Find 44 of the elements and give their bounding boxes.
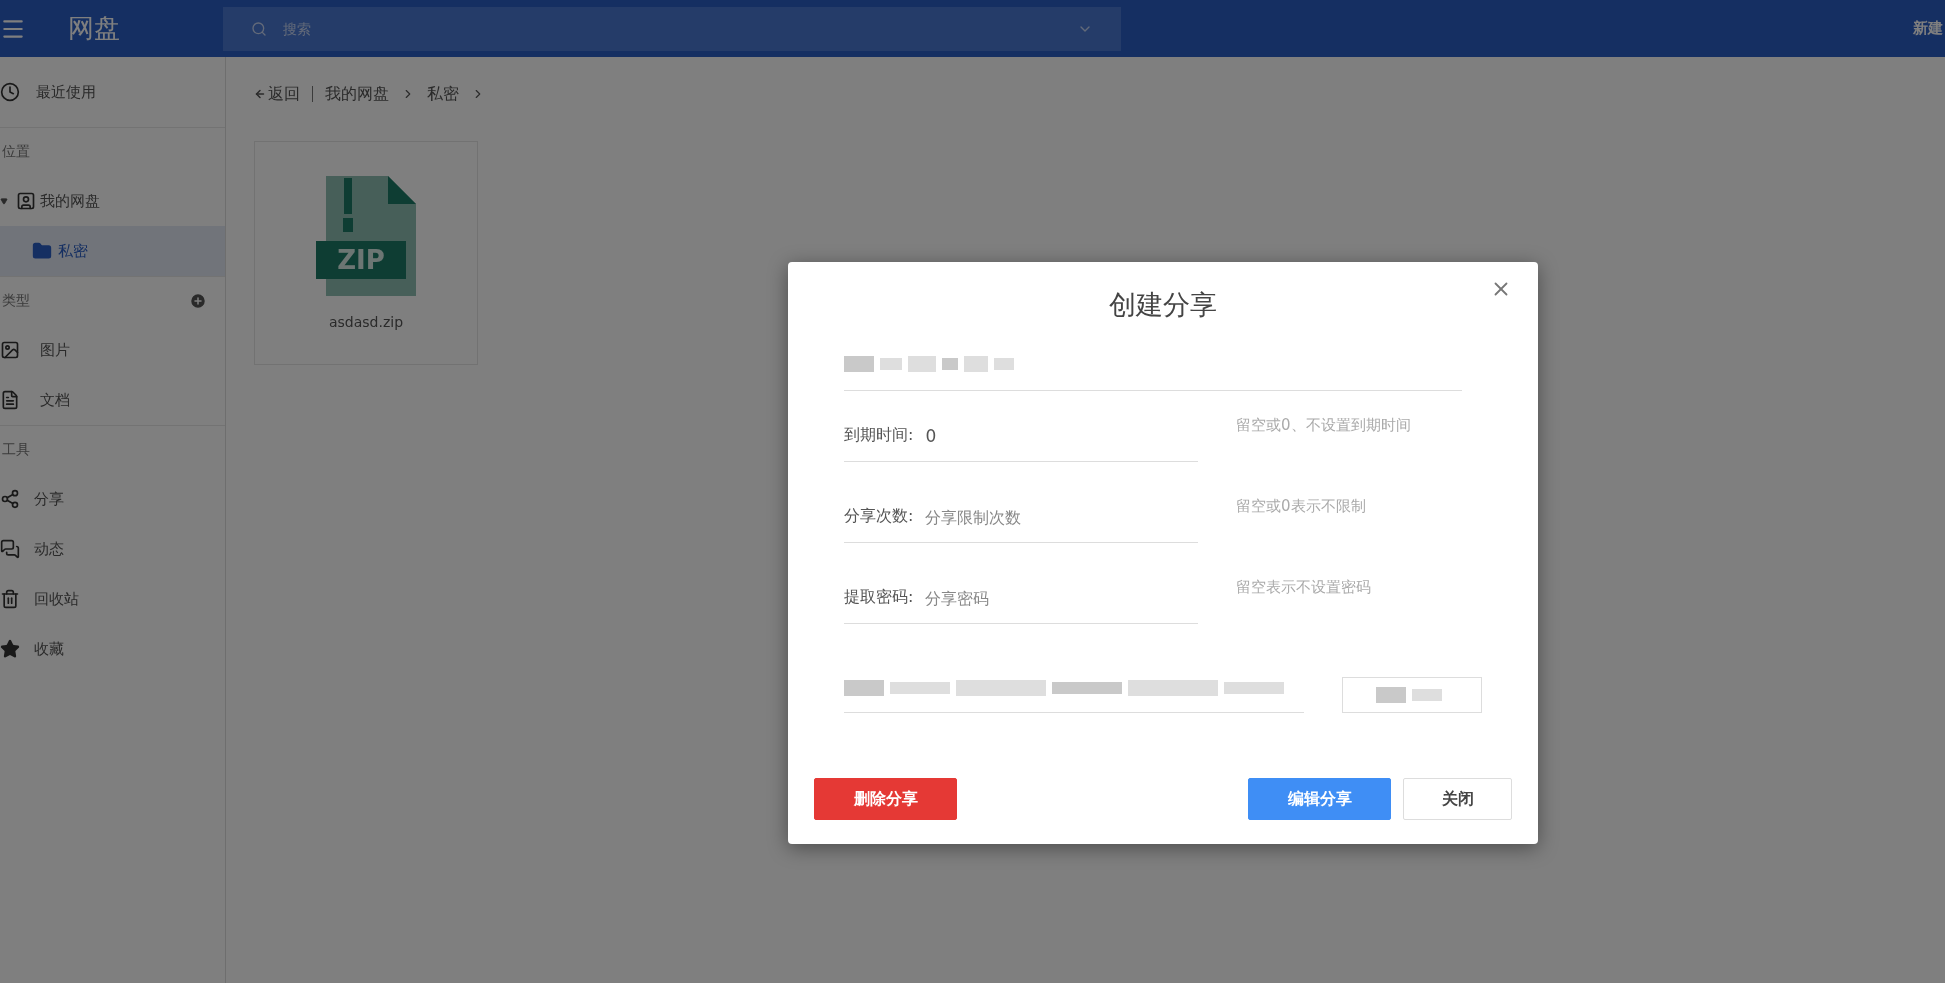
sidebar-item[interactable]: 最近使用 bbox=[0, 57, 225, 127]
section-heading: 工具 bbox=[2, 441, 30, 459]
new-button[interactable]: 新建 bbox=[1913, 19, 1945, 38]
section-heading: 位置 bbox=[2, 143, 30, 161]
search-field[interactable]: 搜索 bbox=[223, 6, 1121, 51]
folder-icon bbox=[32, 241, 52, 261]
chat-icon bbox=[0, 539, 20, 559]
edit-share-button[interactable]: 编辑分享 bbox=[1248, 778, 1391, 820]
file-card[interactable]: ZIP asdasd.zip bbox=[254, 141, 478, 365]
file-name: asdasd.zip bbox=[328, 314, 404, 330]
field-hint: 留空或0、不设置到期时间 bbox=[1236, 416, 1411, 435]
user-icon bbox=[16, 191, 36, 211]
search-input[interactable]: 搜索 bbox=[281, 19, 1063, 38]
sidebar-item[interactable]: 分享 bbox=[0, 474, 225, 524]
field-label: 分享次数: bbox=[844, 506, 914, 527]
search-icon bbox=[251, 20, 267, 37]
sidebar-item[interactable]: 收藏 bbox=[0, 624, 225, 674]
back-arrow-icon bbox=[254, 88, 266, 100]
dialog-title: 创建分享 bbox=[1108, 288, 1218, 322]
sidebar-item[interactable]: 文档 bbox=[0, 375, 225, 425]
trash-icon bbox=[0, 589, 20, 609]
caret-icon[interactable] bbox=[0, 197, 8, 205]
tree-item[interactable]: 我的网盘 bbox=[0, 176, 225, 226]
app-title: 网盘 bbox=[68, 12, 121, 45]
field-label: 到期时间: bbox=[844, 425, 914, 446]
breadcrumb-link[interactable]: 私密 bbox=[427, 83, 459, 105]
image-icon bbox=[0, 340, 20, 360]
tree-item[interactable]: 私密 bbox=[0, 226, 225, 276]
field-hint: 留空或0表示不限制 bbox=[1236, 497, 1366, 516]
back-link[interactable]: 返回 bbox=[254, 83, 300, 105]
field-hint: 留空表示不设置密码 bbox=[1236, 578, 1371, 597]
sidebar-item[interactable]: 动态 bbox=[0, 524, 225, 574]
clock-icon bbox=[0, 82, 20, 102]
sidebar-item[interactable]: 图片 bbox=[0, 325, 225, 375]
star-icon bbox=[0, 639, 20, 659]
breadcrumb-link[interactable]: 我的网盘 bbox=[325, 83, 389, 105]
add-icon[interactable] bbox=[189, 292, 207, 310]
document-icon bbox=[0, 390, 20, 410]
delete-share-button[interactable]: 删除分享 bbox=[814, 778, 957, 820]
field-label: 提取密码: bbox=[844, 587, 914, 608]
close-button[interactable]: 关闭 bbox=[1403, 778, 1512, 820]
sidebar-item[interactable]: 回收站 bbox=[0, 574, 225, 624]
section-heading: 类型 bbox=[2, 292, 30, 310]
share-icon bbox=[0, 489, 20, 509]
